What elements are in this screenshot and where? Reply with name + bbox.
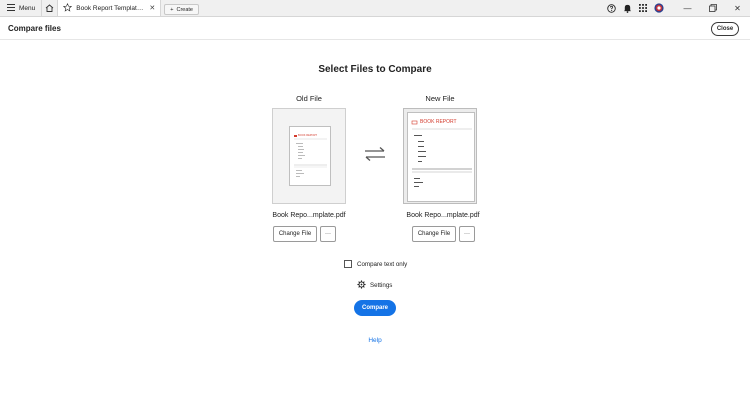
plus-icon: + xyxy=(170,6,174,13)
window-close-icon[interactable]: ✕ xyxy=(725,0,750,17)
swap-files-icon[interactable] xyxy=(363,146,387,162)
new-file-label: New File xyxy=(425,94,455,103)
old-change-file-button[interactable]: Change File xyxy=(273,226,317,242)
create-label: Create xyxy=(176,6,193,13)
help-row: Help xyxy=(0,337,750,344)
restore-icon[interactable] xyxy=(700,0,725,17)
help-link[interactable]: Help xyxy=(368,337,381,344)
star-icon[interactable] xyxy=(63,2,73,14)
tab-title: Book Report Template.p... xyxy=(76,4,146,12)
compare-text-only-label: Compare text only xyxy=(357,260,408,268)
old-file-label: Old File xyxy=(296,94,322,103)
main-heading: Select Files to Compare xyxy=(318,64,432,75)
new-change-file-button[interactable]: Change File xyxy=(412,226,456,242)
tab-close-icon[interactable]: ✕ xyxy=(149,4,155,12)
hamburger-icon xyxy=(7,3,15,13)
new-file-name: Book Repo...mplate.pdf xyxy=(406,212,480,219)
bell-icon[interactable] xyxy=(619,0,635,17)
new-file-page-content xyxy=(411,120,472,187)
minimize-icon[interactable]: — xyxy=(675,0,700,17)
compare-header: Compare files Close xyxy=(0,18,750,40)
old-file-preview-title: BOOK REPORT xyxy=(298,134,317,137)
old-file-page-preview: BOOK REPORT xyxy=(289,126,331,186)
old-more-options-button[interactable]: ··· xyxy=(320,226,336,242)
tab-document[interactable]: Book Report Template.p... ✕ xyxy=(58,0,162,16)
menu-label: Menu xyxy=(19,4,36,12)
page-title: Compare files xyxy=(8,24,61,33)
home-button[interactable] xyxy=(42,0,59,17)
compare-text-only-row[interactable]: Compare text only xyxy=(344,260,407,268)
avatar[interactable] xyxy=(651,0,667,17)
help-icon[interactable] xyxy=(603,0,619,17)
new-file-preview-title: BOOK REPORT xyxy=(420,119,457,125)
apps-grid-icon[interactable] xyxy=(635,0,651,17)
create-button[interactable]: + Create xyxy=(164,4,199,15)
settings-button[interactable]: Settings xyxy=(357,280,392,291)
preview-logo-mark xyxy=(411,120,418,125)
preview-logo-mark xyxy=(294,135,297,137)
compare-button[interactable]: Compare xyxy=(354,300,396,316)
close-button[interactable]: Close xyxy=(711,22,739,36)
new-file-thumbnail[interactable]: BOOK REPORT xyxy=(403,108,477,204)
settings-label: Settings xyxy=(370,282,393,289)
title-bar: Menu Book Report Template.p... ✕ + Creat… xyxy=(0,0,750,17)
gear-icon xyxy=(357,280,366,291)
new-more-options-button[interactable]: ··· xyxy=(459,226,475,242)
old-file-name: Book Repo...mplate.pdf xyxy=(272,212,346,219)
old-file-thumbnail[interactable]: BOOK REPORT xyxy=(272,108,346,204)
compare-text-only-checkbox[interactable] xyxy=(344,260,352,268)
new-file-page-preview: BOOK REPORT xyxy=(407,112,475,202)
home-icon xyxy=(45,0,54,17)
menu-button[interactable]: Menu xyxy=(0,0,43,16)
